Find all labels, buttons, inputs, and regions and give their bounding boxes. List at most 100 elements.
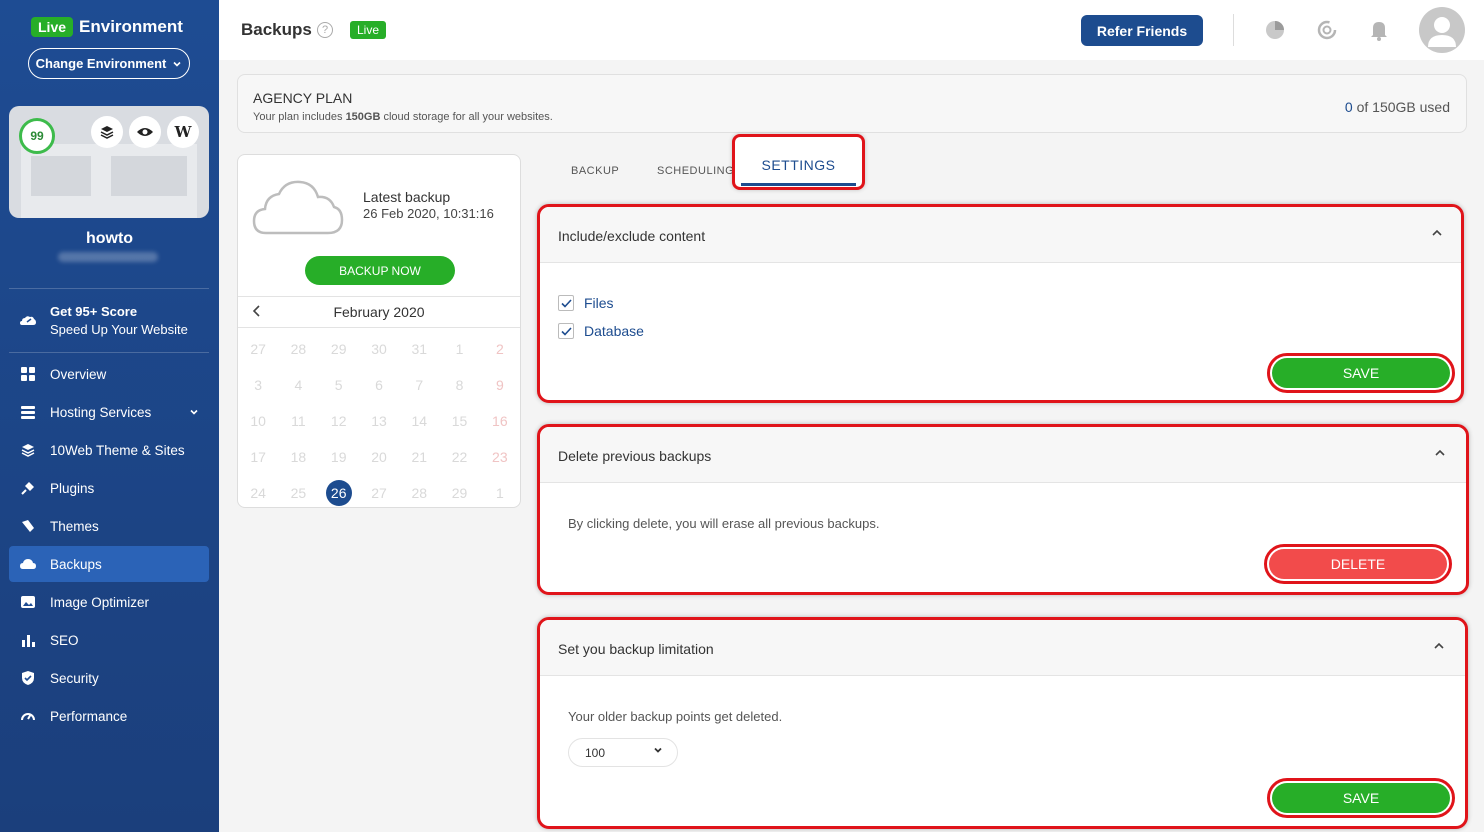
calendar-day[interactable]: 27 [359,475,399,511]
checkbox-checked[interactable] [558,295,574,311]
database-checkbox[interactable]: Database [558,323,644,339]
panel-title: Include/exclude content [558,228,706,244]
calendar-day[interactable]: 8 [439,367,479,403]
calendar-day[interactable]: 17 [238,439,278,475]
calendar-day[interactable]: 19 [319,439,359,475]
calendar-day[interactable]: 20 [359,439,399,475]
sidebar-item-backups[interactable]: Backups [9,546,209,582]
tab-settings[interactable]: SETTINGS [735,157,862,173]
delete-description: By clicking delete, you will erase all p… [568,516,880,531]
sidebar-item-overview[interactable]: Overview [9,356,209,392]
speed-promo[interactable]: Get 95+ Score Speed Up Your Website [18,304,188,337]
calendar-day[interactable]: 30 [359,331,399,367]
site-name: howto [85,230,134,247]
tab-backup[interactable]: BACKUP [571,165,619,177]
save-button[interactable]: SAVE [1272,783,1450,813]
calendar-day[interactable]: 14 [399,403,439,439]
calendar-day[interactable]: 23 [480,439,520,475]
calendar-day[interactable]: 2 [480,331,520,367]
backup-now-button[interactable]: BACKUP NOW [305,256,455,285]
refresh-icon[interactable] [1315,18,1339,42]
help-icon[interactable]: ? [317,22,333,38]
sidebar-item-image-optimizer[interactable]: Image Optimizer [9,584,209,620]
backup-limit-select[interactable]: 100 [568,738,678,767]
panel-header[interactable]: Delete previous backups [540,427,1466,483]
chevron-left-icon [252,305,260,317]
change-environment-button[interactable]: Change Environment [28,48,190,79]
chevron-up-icon [1435,449,1445,456]
bar-chart-icon [19,631,37,649]
plan-storage: 150GB [345,111,381,123]
calendar-day[interactable]: 7 [399,367,439,403]
sidebar-item-label: Hosting Services [50,404,152,420]
delete-button[interactable]: DELETE [1269,549,1447,579]
sidebar-item-hosting-services[interactable]: Hosting Services [9,394,209,430]
sidebar-item-security[interactable]: Security [9,660,209,696]
eye-icon[interactable] [129,116,161,148]
calendar-day[interactable]: 4 [278,367,318,403]
calendar-day[interactable]: 24 [238,475,278,511]
grid-icon [19,365,37,383]
tab-scheduling[interactable]: SCHEDULING [657,165,734,177]
calendar-prev-button[interactable] [252,304,262,322]
promo-title: Get 95+ Score [50,304,138,319]
calendar-day[interactable]: 1 [439,331,479,367]
calendar-day[interactable]: 28 [399,475,439,511]
delete-backups-panel: Delete previous backups By clicking dele… [537,424,1469,595]
calendar-day-number: 15 [451,413,468,429]
sidebar-item-performance[interactable]: Performance [9,698,209,734]
calendar-day[interactable]: 6 [359,367,399,403]
divider [9,288,209,289]
refer-friends-button[interactable]: Refer Friends [1081,15,1203,46]
calendar-day[interactable]: 22 [439,439,479,475]
calendar-day-number: 17 [250,449,266,465]
site-preview-card[interactable]: 99 W [9,106,209,218]
calendar-day[interactable]: 29 [319,331,359,367]
shield-icon [19,669,37,687]
calendar-day[interactable]: 11 [278,403,318,439]
chevron-down-icon [190,409,198,415]
sidebar-item-10web-theme-sites[interactable]: 10Web Theme & Sites [9,432,209,468]
panel-header[interactable]: Include/exclude content [540,207,1461,263]
calendar-day[interactable]: 21 [399,439,439,475]
sidebar-item-plugins[interactable]: Plugins [9,470,209,506]
calendar-day[interactable]: 12 [319,403,359,439]
backup-limitation-panel: Set you backup limitation Your older bac… [537,617,1468,829]
calendar-day[interactable]: 26 [319,475,359,511]
calendar-day[interactable]: 15 [439,403,479,439]
calendar-day[interactable]: 3 [238,367,278,403]
sidebar: Live Environment Change Environment 99 W… [0,0,219,832]
wordpress-icon[interactable]: W [167,116,199,148]
calendar-day[interactable]: 18 [278,439,318,475]
plug-icon [19,479,37,497]
layers-icon[interactable] [91,116,123,148]
calendar-day[interactable]: 28 [278,331,318,367]
avatar[interactable] [1419,7,1465,53]
sidebar-item-label: Performance [50,708,128,724]
calendar-day-number: 22 [451,449,468,465]
save-button[interactable]: SAVE [1272,358,1450,388]
bell-icon[interactable] [1367,18,1391,42]
pie-chart-icon[interactable] [1263,18,1287,42]
calendar-day[interactable]: 16 [480,403,520,439]
calendar-day[interactable]: 27 [238,331,278,367]
sidebar-item-label: Overview [50,366,107,382]
calendar-day[interactable]: 5 [319,367,359,403]
calendar-day[interactable]: 29 [439,475,479,511]
calendar-day[interactable]: 9 [480,367,520,403]
panel-header[interactable]: Set you backup limitation [540,620,1465,676]
sidebar-item-seo[interactable]: SEO [9,622,209,658]
calendar-day-number: 1 [455,341,464,357]
calendar-day[interactable]: 25 [278,475,318,511]
calendar-day[interactable]: 1 [480,475,520,511]
checkbox-checked[interactable] [558,323,574,339]
calendar-day[interactable]: 10 [238,403,278,439]
calendar-day[interactable]: 13 [359,403,399,439]
files-label: Files [584,295,614,311]
calendar-day[interactable]: 31 [399,331,439,367]
calendar-day-number: 18 [290,449,307,465]
calendar-day-number: 5 [334,377,343,393]
sidebar-item-themes[interactable]: Themes [9,508,209,544]
site-url-blurred [58,252,158,262]
files-checkbox[interactable]: Files [558,295,614,311]
